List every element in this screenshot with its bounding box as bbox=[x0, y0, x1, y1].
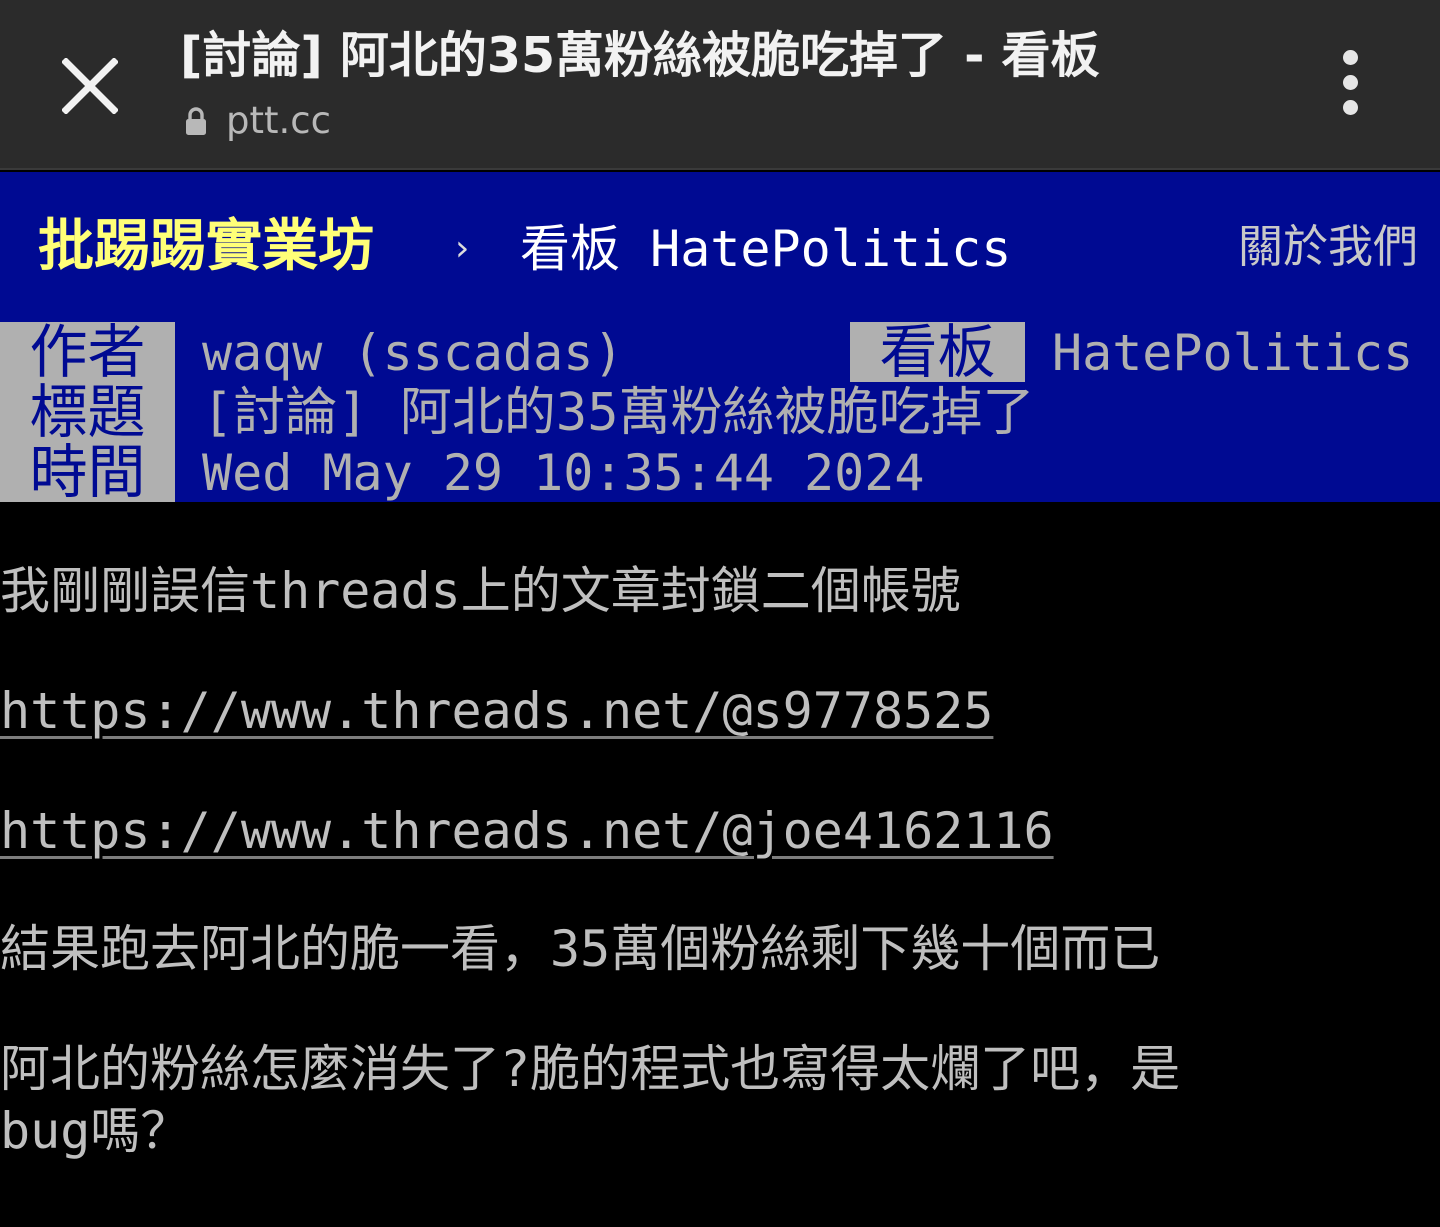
content-line: bug嗎？ bbox=[0, 1102, 191, 1160]
site-logo-link[interactable]: 批踢踢實業坊 bbox=[38, 212, 374, 282]
board-tag-label: 看板 bbox=[850, 322, 1025, 382]
site-navigation: 批踢踢實業坊 › 看板 HatePolitics 關於我們 bbox=[0, 172, 1440, 322]
lock-icon bbox=[186, 107, 206, 135]
time-value: Wed May 29 10:35:44 2024 bbox=[202, 444, 925, 502]
article-metadata: 作者 waqw (sscadas) 看板 HatePolitics 標題 [討論… bbox=[0, 322, 1440, 502]
threads-link-1[interactable]: https://www.threads.net/@s9778525 bbox=[0, 680, 993, 742]
url-text: ptt.cc bbox=[226, 99, 331, 142]
close-button[interactable] bbox=[42, 38, 138, 134]
url-display[interactable]: ptt.cc bbox=[184, 96, 331, 146]
author-label: 作者 bbox=[0, 322, 175, 382]
title-label: 標題 bbox=[0, 382, 175, 442]
board-value: HatePolitics bbox=[1052, 324, 1414, 382]
content-line: 阿北的粉絲怎麼消失了?脆的程式也寫得太爛了吧，是 bbox=[0, 1040, 1181, 1098]
threads-link-2[interactable]: https://www.threads.net/@joe4162116 bbox=[0, 800, 1054, 862]
content-line: 結果跑去阿北的脆一看，35萬個粉絲剩下幾十個而已 bbox=[0, 920, 1161, 978]
board-link[interactable]: 看板 HatePolitics bbox=[520, 214, 1011, 284]
browser-toolbar: [討論] 阿北的35萬粉絲被脆吃掉了 - 看板 ptt.cc bbox=[0, 0, 1440, 170]
more-vert-icon bbox=[1342, 49, 1358, 65]
page-title: [討論] 阿北的35萬粉絲被脆吃掉了 - 看板 bbox=[180, 27, 1100, 84]
title-value: [討論] 阿北的35萬粉絲被脆吃掉了 bbox=[202, 383, 1035, 443]
content-line: 我剛剛誤信threads上的文章封鎖二個帳號 bbox=[0, 562, 961, 620]
time-label: 時間 bbox=[0, 442, 175, 502]
more-options-button[interactable] bbox=[1310, 42, 1390, 122]
close-icon bbox=[62, 58, 118, 114]
breadcrumb-separator: › bbox=[455, 228, 470, 269]
about-link[interactable]: 關於我們 bbox=[1238, 212, 1418, 282]
author-value: waqw (sscadas) bbox=[202, 324, 624, 382]
